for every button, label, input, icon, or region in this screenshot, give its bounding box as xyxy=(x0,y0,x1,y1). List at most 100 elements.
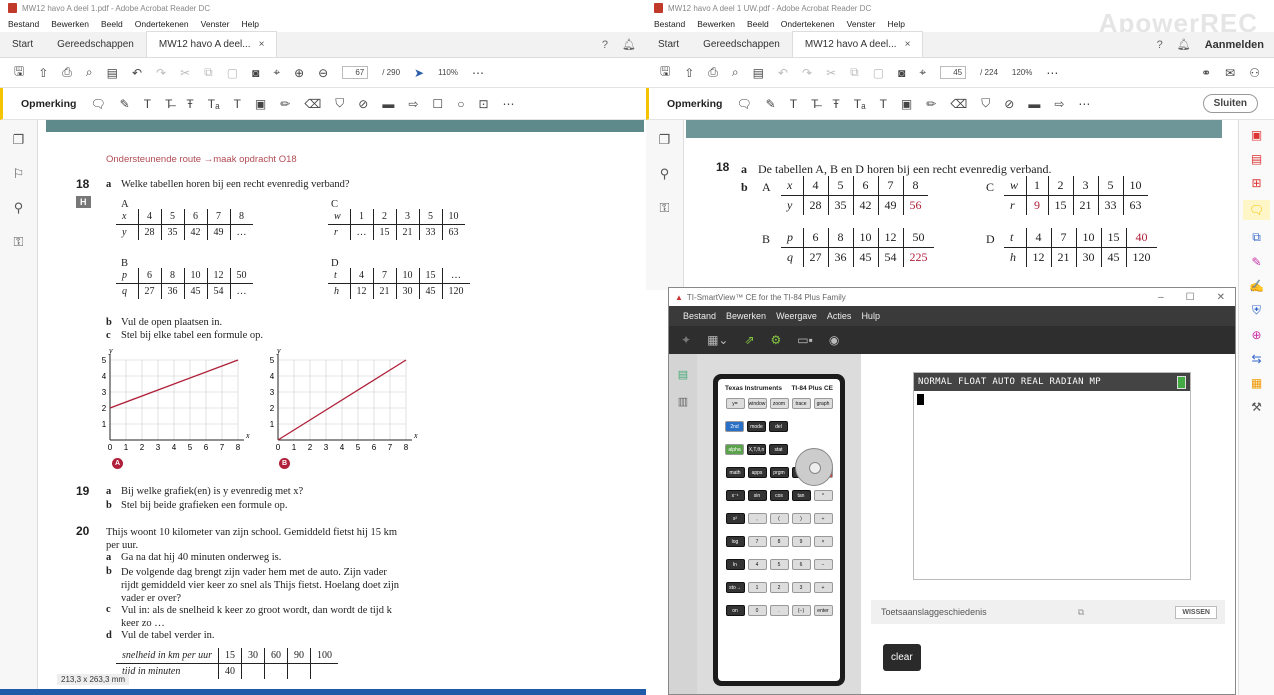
share-user-icon[interactable]: ⚇ xyxy=(1249,66,1260,80)
key-8-0[interactable]: sto→ xyxy=(725,582,745,593)
key-2-1[interactable]: X,T,θ,n xyxy=(747,444,766,455)
key-4-0[interactable]: x⁻¹ xyxy=(725,490,745,501)
layout-icon[interactable]: ▭▪ xyxy=(797,333,813,347)
bell-icon[interactable]: 🔔︎ xyxy=(622,38,636,51)
close-tab-icon[interactable]: × xyxy=(905,39,911,50)
line-icon[interactable]: ▬ xyxy=(1028,97,1040,111)
stamp-icon[interactable]: ⛉ xyxy=(981,96,990,111)
redo-icon[interactable]: ↷ xyxy=(802,66,812,80)
ti-menu-weergave[interactable]: Weergave xyxy=(776,311,817,321)
file-search-icon[interactable]: ▤ xyxy=(753,66,764,80)
attach-icon[interactable]: ⊘ xyxy=(1004,97,1014,111)
edit-pdf-icon[interactable]: ✎ xyxy=(1251,255,1261,269)
zoom-select[interactable]: 120% xyxy=(1012,68,1032,77)
scan-icon[interactable]: ⊕ xyxy=(1251,328,1261,342)
key-2-0[interactable]: alpha xyxy=(725,444,744,455)
signature-icon[interactable]: ⚿ xyxy=(660,200,670,216)
paste-icon[interactable]: ▢ xyxy=(227,66,238,80)
snapshot-icon[interactable]: ◙ xyxy=(252,66,259,80)
pencil-icon[interactable]: ✏ xyxy=(280,97,290,111)
rectangle-icon[interactable]: ☐ xyxy=(432,97,443,111)
pages-icon[interactable]: ❐ xyxy=(659,132,671,148)
textbox-icon[interactable]: ▣ xyxy=(255,97,266,111)
menu-ondertekenen[interactable]: Ondertekenen xyxy=(781,19,835,29)
menu-venster[interactable]: Venster xyxy=(201,19,230,29)
key-9-3[interactable]: (−) xyxy=(791,605,811,616)
strikethrough-icon[interactable]: T̶ xyxy=(165,97,172,111)
key-3-2[interactable]: prgm xyxy=(769,467,789,478)
find-icon[interactable]: ⌖ xyxy=(273,65,280,80)
copy-icon[interactable]: ⧉ xyxy=(204,65,213,80)
key-9-0[interactable]: on xyxy=(725,605,745,616)
insert-text-icon[interactable]: Tₐ xyxy=(208,97,220,111)
tab-tools[interactable]: Gereedschappen xyxy=(691,31,792,57)
more-icon[interactable]: ⋯ xyxy=(472,66,484,80)
print-icon[interactable]: ⎙ xyxy=(708,65,718,80)
replace-text-icon[interactable]: Ŧ xyxy=(186,97,193,111)
undo-icon[interactable]: ↶ xyxy=(132,66,142,80)
ti-menu-bewerken[interactable]: Bewerken xyxy=(726,311,766,321)
key-8-3[interactable]: 3 xyxy=(791,582,811,593)
key-4-2[interactable]: cos xyxy=(769,490,789,501)
insert-text-icon[interactable]: Tₐ xyxy=(854,97,866,111)
menu-ondertekenen[interactable]: Ondertekenen xyxy=(135,19,189,29)
upload-icon[interactable]: ⇧ xyxy=(684,66,694,80)
arrow-icon[interactable]: ⇨ xyxy=(1054,97,1064,111)
key-4-3[interactable]: tan xyxy=(791,490,811,501)
compare-icon[interactable]: ⇆ xyxy=(1251,352,1261,366)
key-2-2[interactable]: stat xyxy=(769,444,788,455)
key-5-4[interactable]: ÷ xyxy=(813,513,833,524)
more-tools-icon[interactable]: ⋯ xyxy=(1078,97,1090,111)
save-icon[interactable]: 🖫 xyxy=(14,62,24,83)
help-icon[interactable]: ? xyxy=(1157,39,1163,51)
ti-menu-bestand[interactable]: Bestand xyxy=(683,311,716,321)
menu-venster[interactable]: Venster xyxy=(847,19,876,29)
minimize-icon[interactable]: – xyxy=(1158,292,1164,303)
attachment-icon[interactable]: ⚲ xyxy=(14,200,24,216)
send-to-calc-icon[interactable]: ⇗ xyxy=(744,333,754,347)
more-tools-wrench-icon[interactable]: ⚒ xyxy=(1251,400,1262,414)
close-comment-button[interactable]: Sluiten xyxy=(1202,94,1258,113)
tab-tools[interactable]: Gereedschappen xyxy=(45,31,146,57)
textbox-icon[interactable]: ▣ xyxy=(901,97,912,111)
ti-menu-hulp[interactable]: Hulp xyxy=(861,311,880,321)
combine-icon[interactable]: ⧉ xyxy=(1252,230,1261,245)
upload-icon[interactable]: ⇧ xyxy=(38,66,48,80)
circle-icon[interactable]: ○ xyxy=(457,97,464,111)
key-9-4[interactable]: enter xyxy=(813,605,833,616)
eraser-icon[interactable]: ⌫ xyxy=(304,97,321,111)
key-1-2[interactable]: del xyxy=(769,421,788,432)
key-4-4[interactable]: ^ xyxy=(813,490,833,501)
key-6-4[interactable]: × xyxy=(813,536,833,547)
key-1-1[interactable]: mode xyxy=(747,421,766,432)
close-tab-icon[interactable]: × xyxy=(259,39,265,50)
replace-text-icon[interactable]: Ŧ xyxy=(832,97,839,111)
key-5-1[interactable]: , xyxy=(747,513,767,524)
calculator-select-icon[interactable]: ▦⌄ xyxy=(707,333,728,347)
key-6-0[interactable]: log xyxy=(725,536,745,547)
text-icon[interactable]: T xyxy=(790,97,797,111)
comment-tool-icon[interactable]: 🗨︎ xyxy=(1242,200,1271,220)
pages-icon[interactable]: ❐ xyxy=(13,132,25,148)
tab-start[interactable]: Start xyxy=(646,31,691,57)
add-text-icon[interactable]: T xyxy=(234,97,241,111)
key-5-0[interactable]: x² xyxy=(725,513,745,524)
key-7-4[interactable]: − xyxy=(813,559,833,570)
sticky-note-icon[interactable]: 🗨︎ xyxy=(90,97,105,111)
cursor-icon[interactable]: ➤ xyxy=(414,66,424,80)
print-icon[interactable]: ⎙ xyxy=(62,65,72,80)
tab-document[interactable]: MW12 havo A deel... × xyxy=(791,31,924,57)
tab-document[interactable]: MW12 havo A deel... × xyxy=(145,31,278,57)
history-view-icon[interactable]: ▥ xyxy=(678,395,688,408)
search-icon[interactable]: ⌕ xyxy=(732,65,739,80)
arrow-pad[interactable] xyxy=(795,448,833,486)
bell-icon[interactable]: 🔔︎ xyxy=(1177,38,1191,51)
link-icon[interactable]: ⚭ xyxy=(1201,66,1211,80)
text-icon[interactable]: T xyxy=(144,97,151,111)
clear-key-history[interactable]: clear xyxy=(883,644,921,671)
camera-icon[interactable]: ◉ xyxy=(829,333,839,347)
help-icon[interactable]: ? xyxy=(602,39,608,51)
key-0-1[interactable]: window xyxy=(747,398,767,409)
close-window-icon[interactable]: ✕ xyxy=(1217,292,1225,303)
calculator-view-icon[interactable]: ▤ xyxy=(678,368,688,381)
